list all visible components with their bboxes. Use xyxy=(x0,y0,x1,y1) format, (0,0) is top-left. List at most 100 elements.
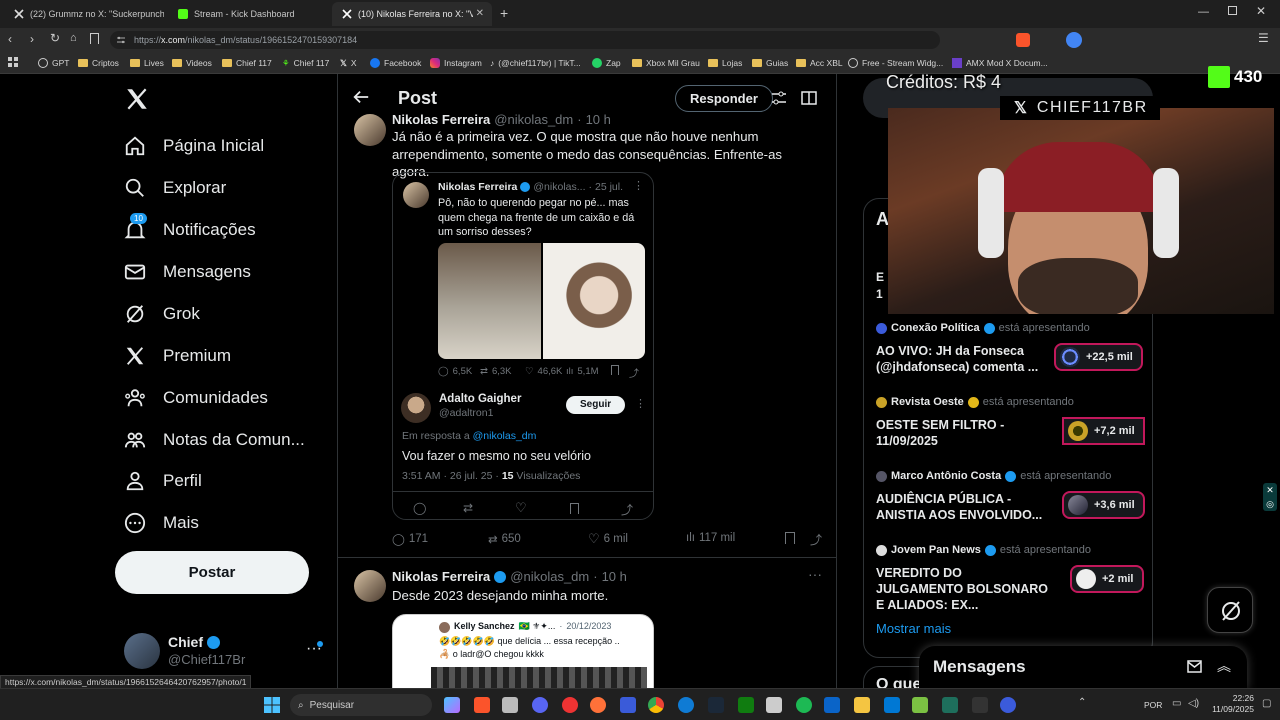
minimize-icon[interactable]: — xyxy=(1198,6,1209,18)
reload-icon[interactable]: ↻ xyxy=(50,31,60,45)
url-field[interactable]: https://x.com/nikolas_dm/status/19661524… xyxy=(110,31,940,49)
quoted-replies[interactable]: ◯ 6,5K xyxy=(438,366,472,377)
close-tab-icon[interactable]: ✕ xyxy=(476,8,484,19)
bookmark-amx-mod[interactable]: AMX Mod X Docum... xyxy=(952,56,1048,70)
app-icon[interactable] xyxy=(972,697,988,713)
post-more-icon[interactable]: ··· xyxy=(808,566,822,582)
app-icon[interactable] xyxy=(942,697,958,713)
side-widget-icon[interactable]: ✕ ◎ xyxy=(1263,483,1277,511)
bookmark-criptos[interactable]: Criptos xyxy=(78,56,119,70)
app-icon[interactable] xyxy=(562,697,578,713)
spotify-icon[interactable] xyxy=(796,697,812,713)
app-icon[interactable] xyxy=(766,697,782,713)
live-item-title[interactable]: AUDIÊNCIA PÚBLICA - ANISTIA AOS ENVOLVID… xyxy=(876,491,1048,523)
repost-icon[interactable]: ⇄ xyxy=(463,501,473,515)
bookmark-chief117-link[interactable]: ⚘ Chief 117 xyxy=(282,56,329,70)
account-switcher[interactable] xyxy=(124,633,160,669)
bookmark-chief117-folder[interactable]: Chief 117 xyxy=(222,56,272,70)
menu-icon[interactable]: ☰ xyxy=(1258,31,1269,45)
bookmark-lives[interactable]: Lives xyxy=(130,56,164,70)
quoted-post[interactable]: Nikolas Ferreira @nikolas... · 25 jul. ⋮ … xyxy=(392,172,654,520)
quoted-image[interactable]: Kelly Sanchez 🇧🇷 ⚜✦... · 20/12/2023 🤣🤣🤣🤣🤣 q… xyxy=(392,614,654,688)
funeral-photo-1[interactable] xyxy=(438,243,541,359)
bookmark-stream-widgets[interactable]: Free - Stream Widg... xyxy=(848,56,943,70)
bookmark-icon[interactable] xyxy=(570,503,579,514)
back-icon[interactable]: ‹ xyxy=(8,32,12,46)
reply-icon[interactable]: ◯ xyxy=(413,501,426,515)
quoted-reposts[interactable]: ⇄ 6,3K xyxy=(480,366,512,377)
brave-icon[interactable] xyxy=(474,697,490,713)
network-icon[interactable]: ▭ xyxy=(1172,698,1181,709)
profile-icon[interactable] xyxy=(1066,32,1082,48)
maximize-icon[interactable] xyxy=(1228,6,1237,15)
taskbar-search[interactable]: ⌕ Pesquisar xyxy=(290,694,432,716)
sidebar-item-notifications[interactable]: 10 Notificações xyxy=(124,213,256,245)
edge-icon[interactable] xyxy=(678,697,694,713)
live-item-title[interactable]: VEREDITO DO JULGAMENTO BOLSONARO E ALIAD… xyxy=(876,565,1048,613)
new-tab-button[interactable]: + xyxy=(500,5,508,21)
tab-nikolas-post[interactable]: (10) Nikolas Ferreira no X: "Você ✕ xyxy=(332,2,492,26)
tab-kick-dashboard[interactable]: Stream - Kick Dashboard xyxy=(168,2,328,26)
app-icon[interactable] xyxy=(1000,697,1016,713)
bookmark-guias[interactable]: Guias xyxy=(752,56,788,70)
app-icon[interactable] xyxy=(502,697,518,713)
app-icon[interactable] xyxy=(912,697,928,713)
reader-icon[interactable] xyxy=(801,91,817,105)
heart-icon[interactable]: ♡ xyxy=(515,500,527,516)
brave-shield-icon[interactable] xyxy=(1016,33,1030,47)
bookmark-gpt[interactable]: GPT xyxy=(38,56,69,70)
live-item-title[interactable]: OESTE SEM FILTRO - 11/09/2025 xyxy=(876,417,1048,449)
bookmark-lojas[interactable]: Lojas xyxy=(708,56,742,70)
bookmark-xbox[interactable]: Xbox Mil Grau xyxy=(632,56,700,70)
live-listeners-pill[interactable]: +2 mil xyxy=(1070,565,1144,593)
live-listeners-pill[interactable]: +7,2 mil xyxy=(1062,417,1145,445)
photo-thumbnail[interactable] xyxy=(431,667,647,688)
reply-header-button[interactable]: Responder xyxy=(675,85,773,112)
expand-up-icon[interactable]: ︽ xyxy=(1217,656,1231,676)
sidebar-item-communities[interactable]: Comunidades xyxy=(124,383,268,413)
funeral-photo-2[interactable] xyxy=(542,243,645,359)
views-count[interactable]: ılı 117 mil xyxy=(686,532,735,544)
sidebar-item-community-notes[interactable]: Notas da Comun... xyxy=(124,425,305,455)
language-indicator[interactable]: POR xyxy=(1144,700,1162,710)
sidebar-item-home[interactable]: Página Inicial xyxy=(124,131,264,161)
post-button[interactable]: Postar xyxy=(115,551,309,594)
close-window-icon[interactable]: ✕ xyxy=(1256,4,1266,18)
sidebar-item-messages[interactable]: Mensagens xyxy=(124,257,251,287)
author-avatar[interactable] xyxy=(354,114,386,146)
forward-icon[interactable]: › xyxy=(30,32,34,46)
bookmark-icon[interactable] xyxy=(785,532,795,544)
live-listeners-pill[interactable]: +22,5 mil xyxy=(1054,343,1143,371)
bookmark-x[interactable]: 𝕏X xyxy=(340,56,357,70)
quoted-likes[interactable]: ♡ 46,6K xyxy=(525,366,562,377)
store-icon[interactable] xyxy=(884,697,900,713)
live-listeners-pill[interactable]: +3,6 mil xyxy=(1062,491,1145,519)
outlook-icon[interactable] xyxy=(824,697,840,713)
back-arrow-icon[interactable] xyxy=(352,88,370,106)
bookmark-icon[interactable] xyxy=(611,365,619,375)
likes-count[interactable]: ♡ 6 mil xyxy=(588,531,628,547)
author-avatar[interactable] xyxy=(354,570,386,602)
x-logo-icon[interactable] xyxy=(124,86,150,112)
bookmark-icon[interactable] xyxy=(90,33,99,44)
apps-grid-icon[interactable] xyxy=(8,57,18,67)
notifications-icon[interactable]: ▢ xyxy=(1262,698,1271,709)
volume-icon[interactable]: ◁) xyxy=(1188,698,1199,709)
home-icon[interactable]: ⌂ xyxy=(70,32,77,44)
bookmark-facebook[interactable]: Facebook xyxy=(370,56,421,70)
bookmark-instagram[interactable]: Instagram xyxy=(430,56,482,70)
shield-icon[interactable] xyxy=(620,697,636,713)
show-more-link[interactable]: Mostrar mais xyxy=(876,621,951,636)
reply-more-icon[interactable]: ⋮ xyxy=(635,397,646,410)
quoted-more-icon[interactable]: ⋮ xyxy=(633,179,644,192)
sidebar-item-grok[interactable]: Grok xyxy=(124,299,200,329)
site-info-icon[interactable] xyxy=(116,35,126,45)
sidebar-item-profile[interactable]: Perfil xyxy=(124,466,202,496)
grok-floating-button[interactable] xyxy=(1207,587,1253,633)
sliders-icon[interactable] xyxy=(771,91,787,105)
tray-chevron-icon[interactable]: ⌃ xyxy=(1078,697,1086,708)
reposts-count[interactable]: ⇄ 650 xyxy=(488,532,521,546)
copilot-icon[interactable] xyxy=(444,697,460,713)
share-icon[interactable]: ⤴ xyxy=(810,531,822,548)
clock[interactable]: 22:26 11/09/2025 xyxy=(1204,693,1254,715)
